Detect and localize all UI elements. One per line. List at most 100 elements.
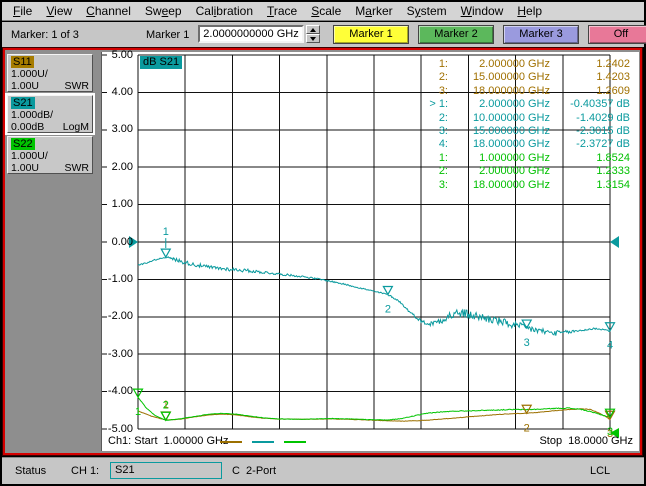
- calibration-status: C 2-Port: [232, 465, 276, 477]
- stepper-down-button[interactable]: [306, 34, 320, 43]
- button-off[interactable]: Off: [588, 25, 646, 44]
- marker-number-label: 3: [524, 337, 530, 349]
- readout-marker-index: 1:: [412, 58, 448, 71]
- trace-format-text: LogM: [63, 121, 89, 133]
- trace-name-chip: S22: [11, 138, 35, 150]
- stepper-up-button[interactable]: [306, 25, 320, 34]
- trace-ref-text: 0.00dBLogM: [11, 121, 89, 133]
- channel-label: CH 1:: [71, 465, 99, 477]
- trace-button-s21[interactable]: S211.000dB/0.00dBLogM: [7, 95, 93, 133]
- status-label: Status: [15, 465, 46, 477]
- local-mode-indicator: LCL: [590, 465, 610, 477]
- readout-marker-index: 1:: [412, 152, 448, 165]
- menu-system[interactable]: System: [400, 3, 454, 19]
- menu-marker[interactable]: Marker: [348, 3, 399, 19]
- marker-status-text: Marker: 1 of 3: [11, 29, 79, 41]
- sweep-start-label: Ch1: Start 1.00000 GHz: [108, 435, 228, 447]
- menu-calibration[interactable]: Calibration: [189, 3, 260, 19]
- y-axis-tick: 0.00: [102, 236, 133, 249]
- readout-marker-index: 2:: [412, 71, 448, 84]
- readout-value: -2.3727 dB: [550, 138, 630, 151]
- readout-frequency: 2.000000 GHz: [448, 165, 550, 178]
- readout-marker-index: 4:: [412, 138, 448, 151]
- marker-input-label: Marker 1: [146, 29, 189, 41]
- marker-number-label: 1: [163, 226, 169, 238]
- down-arrow-icon: [310, 37, 316, 41]
- y-axis-tick: -4.00: [102, 385, 133, 398]
- marker-readout-row: 3:18.000000 GHz1.2609: [412, 85, 630, 98]
- measurement-field[interactable]: S21: [110, 462, 222, 479]
- menu-trace[interactable]: Trace: [260, 3, 304, 19]
- readout-value: -2.3015 dB: [550, 125, 630, 138]
- marker-readout-row: 1:2.000000 GHz1.2402: [412, 58, 630, 71]
- readout-frequency: 18.000000 GHz: [448, 179, 550, 192]
- readout-marker-index: 2:: [412, 165, 448, 178]
- button-marker-2[interactable]: Marker 2: [418, 25, 494, 44]
- readout-frequency: 10.000000 GHz: [448, 112, 550, 125]
- trace-name-chip: S11: [11, 56, 34, 68]
- marker-s22-2: 2: [161, 399, 170, 420]
- vna-application-window: FileViewChannelSweepCalibrationTraceScal…: [0, 0, 646, 486]
- readout-marker-index: 3:: [412, 125, 448, 138]
- menu-file[interactable]: File: [6, 3, 39, 19]
- menu-window[interactable]: Window: [454, 3, 511, 19]
- button-marker-3[interactable]: Marker 3: [503, 25, 579, 44]
- marker-readout-row: > 1:2.000000 GHz-0.40357 dB: [412, 98, 630, 111]
- trace-format-text: SWR: [65, 80, 90, 92]
- y-axis-tick: -1.00: [102, 273, 133, 286]
- marker-frequency-stepper: [306, 25, 320, 43]
- readout-marker-index: 2:: [412, 112, 448, 125]
- marker-buttons: Marker 1 Marker 2 Marker 3 Off: [333, 25, 646, 44]
- readout-value: 1.2333: [550, 165, 630, 178]
- active-trace-chip: dB S21: [140, 56, 182, 69]
- readout-value: -0.40357 dB: [550, 98, 630, 111]
- menu-sweep[interactable]: Sweep: [138, 3, 189, 19]
- trace-ref-text: 1.00USWR: [11, 162, 89, 174]
- marker-triangle-icon: [161, 249, 170, 257]
- readout-marker-index: 3:: [412, 85, 448, 98]
- readout-value: 1.2609: [550, 85, 630, 98]
- trace-legend: [220, 441, 306, 443]
- readout-frequency: 18.000000 GHz: [448, 85, 550, 98]
- marker-readout-row: 4:18.000000 GHz-2.3727 dB: [412, 138, 630, 151]
- plot-window[interactable]: 1234123123 5.004.003.002.001.000.00-1.00…: [101, 52, 639, 451]
- trace-scale-text: 1.000U/: [11, 68, 89, 80]
- marker-s21-2: 2: [383, 286, 392, 315]
- menu-view[interactable]: View: [39, 3, 79, 19]
- readout-frequency: 2.000000 GHz: [448, 58, 550, 71]
- button-marker-1[interactable]: Marker 1: [333, 25, 409, 44]
- menu-scale[interactable]: Scale: [304, 3, 348, 19]
- y-axis-tick: 5.00: [102, 49, 133, 62]
- trace-name-chip: S21: [11, 97, 35, 109]
- trace-button-s11[interactable]: S111.000U/1.00USWR: [7, 54, 93, 92]
- trace-sidebar: S111.000U/1.00USWRS211.000dB/0.00dBLogMS…: [7, 52, 97, 451]
- marker-number-label: 2: [163, 399, 169, 411]
- trace-ref-text: 1.00USWR: [11, 80, 89, 92]
- readout-marker-index: > 1:: [412, 98, 448, 111]
- y-axis-tick: 3.00: [102, 123, 133, 136]
- readout-frequency: 1.000000 GHz: [448, 152, 550, 165]
- marker-readout-row: 3:15.000000 GHz-2.3015 dB: [412, 125, 630, 138]
- channel-window: S111.000U/1.00USWRS211.000dB/0.00dBLogMS…: [3, 48, 642, 455]
- readout-value: 1.2402: [550, 58, 630, 71]
- reference-level-icon-right: [610, 236, 619, 248]
- y-axis-tick: -3.00: [102, 348, 133, 361]
- readout-value: 1.3154: [550, 179, 630, 192]
- y-axis-tick: -5.00: [102, 423, 133, 436]
- marker-frequency-input[interactable]: [198, 25, 304, 43]
- marker-readout-row: 2:10.000000 GHz-1.4029 dB: [412, 112, 630, 125]
- trace-scale-text: 1.000dB/: [11, 109, 89, 121]
- readout-marker-index: 3:: [412, 179, 448, 192]
- readout-frequency: 18.000000 GHz: [448, 138, 550, 151]
- readout-value: 1.8524: [550, 152, 630, 165]
- y-axis-tick: -2.00: [102, 310, 133, 323]
- marker-readout-row: 3:18.000000 GHz1.3154: [412, 179, 630, 192]
- up-arrow-icon: [310, 28, 316, 32]
- menu-channel[interactable]: Channel: [79, 3, 138, 19]
- sweep-stop-label: Stop 18.0000 GHz: [539, 435, 633, 447]
- marker-number-label: 2: [385, 303, 391, 315]
- menu-help[interactable]: Help: [510, 3, 549, 19]
- trace-button-s22[interactable]: S221.000U/1.00USWR: [7, 136, 93, 174]
- readout-frequency: 2.000000 GHz: [448, 98, 550, 111]
- readout-value: -1.4029 dB: [550, 112, 630, 125]
